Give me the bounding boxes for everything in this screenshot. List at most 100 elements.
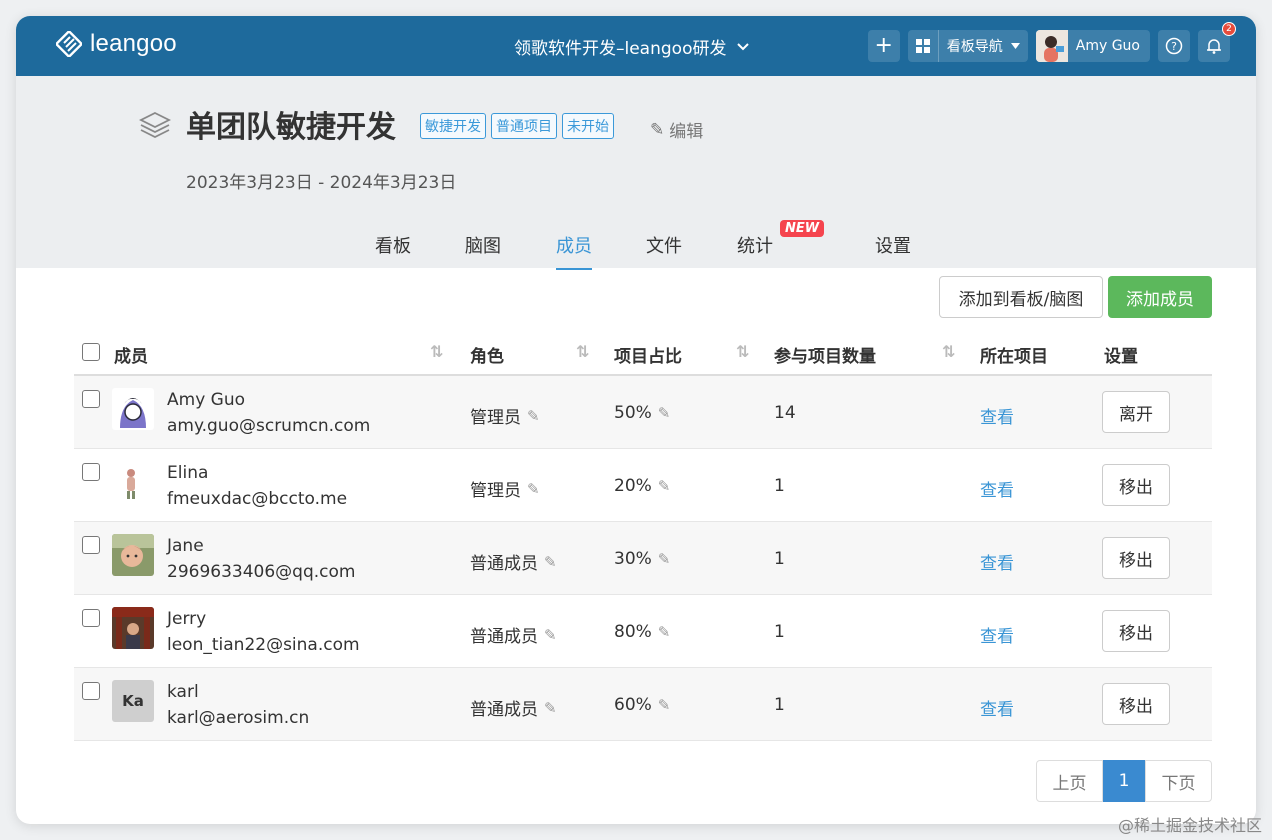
app-window: leangoo 领歌软件开发–leangoo研发 + 看板导航 Amy Guo … — [16, 16, 1256, 824]
sort-icon[interactable]: ⇅ — [576, 342, 589, 361]
sort-icon[interactable]: ⇅ — [736, 342, 749, 361]
project-count: 1 — [774, 622, 785, 642]
logo-text: leangoo — [90, 30, 177, 57]
current-page-button[interactable]: 1 — [1103, 760, 1145, 802]
pencil-icon[interactable]: ✎ — [527, 480, 540, 498]
remove-button[interactable]: 移出 — [1102, 683, 1170, 725]
select-all-checkbox[interactable] — [82, 343, 100, 361]
board-nav-button[interactable]: 看板导航 — [907, 30, 1028, 62]
notification-badge: 2 — [1222, 22, 1236, 36]
member-name: Jane — [167, 536, 204, 556]
board-header: 单团队敏捷开发 敏捷开发 普通项目 未开始 ✎ 编辑 2023年3月23日 - … — [16, 76, 1256, 270]
plus-icon: + — [874, 33, 893, 58]
tab-board[interactable]: 看板 — [375, 232, 411, 268]
date-range: 2023年3月23日 - 2024年3月23日 — [186, 173, 457, 193]
avatar — [112, 534, 154, 576]
ratio-cell[interactable]: 20% ✎ — [614, 476, 670, 496]
pencil-icon[interactable]: ✎ — [527, 407, 540, 425]
ratio-cell[interactable]: 80% ✎ — [614, 622, 670, 642]
top-bar: leangoo 领歌软件开发–leangoo研发 + 看板导航 Amy Guo … — [16, 16, 1256, 76]
edit-button[interactable]: ✎ 编辑 — [650, 117, 704, 143]
row-checkbox[interactable] — [82, 536, 100, 554]
view-projects-link[interactable]: 查看 — [980, 476, 1014, 501]
avatar — [1035, 30, 1068, 62]
ratio-cell[interactable]: 50% ✎ — [614, 403, 670, 423]
tab-members[interactable]: 成员 — [556, 232, 592, 270]
view-projects-link[interactable]: 查看 — [980, 622, 1014, 647]
pencil-icon[interactable]: ✎ — [658, 477, 671, 495]
ratio-text: 30% — [614, 549, 652, 569]
bell-icon — [1207, 39, 1221, 54]
prev-page-button[interactable]: 上页 — [1036, 760, 1103, 802]
table-header: 成员 ⇅ 角色 ⇅ 项目占比 ⇅ 参与项目数量 ⇅ 所在项目 设置 — [74, 330, 1212, 376]
tab-settings[interactable]: 设置 — [875, 232, 911, 268]
add-button[interactable]: + — [867, 30, 900, 62]
logo[interactable]: leangoo — [56, 30, 177, 58]
user-menu[interactable]: Amy Guo — [1035, 30, 1150, 62]
add-member-button[interactable]: 添加成员 — [1108, 276, 1212, 318]
page-title: 单团队敏捷开发 — [186, 110, 396, 145]
row-checkbox[interactable] — [82, 390, 100, 408]
remove-button[interactable]: 移出 — [1102, 610, 1170, 652]
view-projects-link[interactable]: 查看 — [980, 403, 1014, 428]
grid-icon — [915, 39, 930, 53]
svg-text:?: ? — [1171, 40, 1177, 53]
role-cell[interactable]: 普通成员 ✎ — [470, 549, 557, 575]
role-cell[interactable]: 普通成员 ✎ — [470, 622, 557, 648]
table-row: Ka karl karl@aerosim.cn 普通成员 ✎ 60% ✎ 1 查看 … — [74, 668, 1212, 741]
avatar: Ka — [112, 680, 154, 722]
header-projects: 所在项目 — [980, 347, 1048, 367]
pencil-icon[interactable]: ✎ — [658, 696, 671, 714]
pencil-icon[interactable]: ✎ — [544, 553, 557, 571]
pencil-icon[interactable]: ✎ — [658, 550, 671, 568]
board-nav-label: 看板导航 — [946, 39, 1003, 55]
role-text: 普通成员 — [470, 700, 538, 720]
help-button[interactable]: ? — [1158, 30, 1190, 62]
remove-button[interactable]: 移出 — [1102, 537, 1170, 579]
pencil-icon[interactable]: ✎ — [658, 404, 671, 422]
member-email: leon_tian22@sina.com — [167, 635, 360, 655]
tab-files[interactable]: 文件 — [646, 232, 682, 268]
member-name: Jerry — [167, 609, 207, 629]
header-member: 成员 — [114, 347, 148, 367]
notification-button[interactable]: 2 — [1198, 22, 1236, 62]
tag-status: 未开始 — [562, 113, 614, 139]
tab-stats[interactable]: 统计 — [737, 232, 773, 268]
add-to-board-button[interactable]: 添加到看板/脑图 — [939, 276, 1103, 318]
project-switcher[interactable]: 领歌软件开发–leangoo研发 — [514, 34, 750, 59]
ratio-cell[interactable]: 60% ✎ — [614, 695, 670, 715]
header-ratio: 项目占比 — [614, 347, 682, 367]
row-checkbox[interactable] — [82, 463, 100, 481]
pencil-icon[interactable]: ✎ — [658, 623, 671, 641]
next-page-button[interactable]: 下页 — [1145, 760, 1212, 802]
role-text: 普通成员 — [470, 627, 538, 647]
view-projects-link[interactable]: 查看 — [980, 549, 1014, 574]
sort-icon[interactable]: ⇅ — [942, 342, 955, 361]
member-email: 2969633406@qq.com — [167, 562, 356, 582]
new-badge: NEW — [780, 220, 825, 237]
role-cell[interactable]: 管理员 ✎ — [470, 403, 540, 429]
role-cell[interactable]: 管理员 ✎ — [470, 476, 540, 502]
edit-label: 编辑 — [669, 122, 704, 142]
ratio-text: 20% — [614, 476, 652, 496]
avatar — [112, 461, 154, 503]
pencil-icon: ✎ — [650, 119, 665, 140]
pencil-icon[interactable]: ✎ — [544, 626, 557, 644]
project-count: 1 — [774, 695, 785, 715]
remove-button[interactable]: 移出 — [1102, 464, 1170, 506]
avatar — [112, 388, 154, 430]
ratio-cell[interactable]: 30% ✎ — [614, 549, 670, 569]
member-name: Elina — [167, 463, 209, 483]
view-projects-link[interactable]: 查看 — [980, 695, 1014, 720]
row-checkbox[interactable] — [82, 682, 100, 700]
header-project-count: 参与项目数量 — [774, 347, 876, 367]
member-email: karl@aerosim.cn — [167, 708, 310, 728]
tab-bar: 看板 脑图 成员 文件 统计 设置 — [16, 228, 1256, 270]
role-cell[interactable]: 普通成员 ✎ — [470, 695, 557, 721]
sort-icon[interactable]: ⇅ — [430, 342, 443, 361]
ratio-text: 60% — [614, 695, 652, 715]
pencil-icon[interactable]: ✎ — [544, 699, 557, 717]
leave-button[interactable]: 离开 — [1102, 391, 1170, 433]
tab-mindmap[interactable]: 脑图 — [465, 232, 501, 268]
row-checkbox[interactable] — [82, 609, 100, 627]
